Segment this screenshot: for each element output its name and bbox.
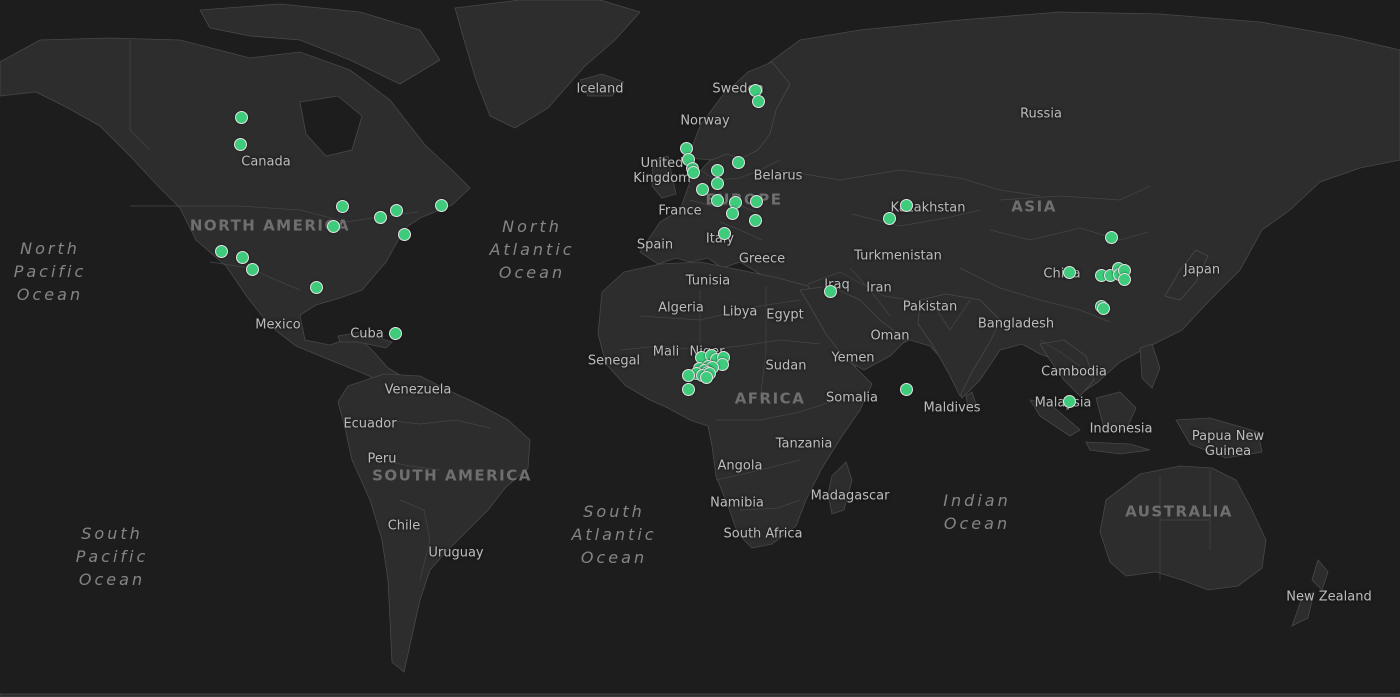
landmass-philippines <box>1139 343 1161 389</box>
landmass-new-zealand <box>1311 559 1329 591</box>
place-label-papua-new-guinea: Papua New Guinea <box>1191 429 1265 459</box>
continent-label-asia: ASIA <box>1011 197 1057 216</box>
ocean-label-south-pacific: South Pacific Ocean <box>75 524 149 590</box>
place-label-senegal: Senegal <box>587 353 641 369</box>
ocean-label-north-pacific: North Pacific Ocean <box>13 239 87 305</box>
place-label-tunisia: Tunisia <box>685 273 731 289</box>
place-label-egypt: Egypt <box>766 307 804 323</box>
place-label-angola: Angola <box>717 458 763 474</box>
place-label-somalia: Somalia <box>825 390 879 406</box>
location-marker[interactable] <box>681 383 695 397</box>
ocean-label-indian: Indian Ocean <box>943 490 1011 533</box>
place-label-venezuela: Venezuela <box>384 382 452 398</box>
place-label-pakistan: Pakistan <box>902 299 958 315</box>
place-label-iceland: Iceland <box>576 81 624 97</box>
world-map[interactable]: North Pacific Ocean North Atlantic Ocean… <box>0 0 1400 697</box>
location-marker[interactable] <box>326 219 340 233</box>
location-marker[interactable] <box>681 368 695 382</box>
place-label-ecuador: Ecuador <box>343 416 397 432</box>
location-marker[interactable] <box>899 382 913 396</box>
place-label-france: France <box>658 203 702 219</box>
location-marker[interactable] <box>823 284 837 298</box>
place-label-south-africa: South Africa <box>723 526 803 542</box>
ocean-label-south-atlantic: South Atlantic Ocean <box>571 502 657 568</box>
place-label-bangladesh: Bangladesh <box>977 316 1055 332</box>
location-marker[interactable] <box>731 156 745 170</box>
continent-label-australia: AUSTRALIA <box>1125 502 1233 521</box>
location-marker[interactable] <box>1062 394 1076 408</box>
location-marker[interactable] <box>235 110 249 124</box>
place-label-oman: Oman <box>870 328 910 344</box>
place-label-russia: Russia <box>1020 106 1062 122</box>
location-marker[interactable] <box>752 95 765 108</box>
place-label-sudan: Sudan <box>765 358 807 374</box>
place-label-norway: Norway <box>680 113 730 129</box>
place-label-mali: Mali <box>652 344 680 360</box>
place-label-cambodia: Cambodia <box>1041 364 1107 380</box>
location-marker[interactable] <box>750 194 764 208</box>
location-marker[interactable] <box>1104 230 1118 244</box>
place-label-turkmenistan: Turkmenistan <box>854 248 942 264</box>
place-label-indonesia: Indonesia <box>1089 421 1153 437</box>
place-label-uruguay: Uruguay <box>428 545 484 561</box>
place-label-spain: Spain <box>636 237 674 253</box>
location-marker[interactable] <box>214 244 228 258</box>
place-label-chile: Chile <box>387 518 421 534</box>
location-marker[interactable] <box>699 370 713 384</box>
landmass-greenland <box>454 0 641 129</box>
location-marker[interactable] <box>235 251 249 265</box>
location-marker[interactable] <box>726 206 739 220</box>
place-label-maldives: Maldives <box>923 400 981 416</box>
place-label-cuba: Cuba <box>350 326 384 342</box>
location-marker[interactable] <box>310 280 324 294</box>
place-label-japan: Japan <box>1183 262 1221 278</box>
location-marker[interactable] <box>389 203 403 217</box>
ocean-label-north-atlantic: North Atlantic Ocean <box>489 217 575 283</box>
place-label-yemen: Yemen <box>831 350 875 366</box>
place-label-iran: Iran <box>866 280 892 296</box>
place-label-canada: Canada <box>241 154 291 170</box>
location-marker[interactable] <box>335 199 349 213</box>
place-label-mexico: Mexico <box>255 317 301 333</box>
place-label-algeria: Algeria <box>658 300 704 316</box>
place-label-new-zealand: New Zealand <box>1286 589 1372 605</box>
place-label-madagascar: Madagascar <box>810 488 890 504</box>
place-label-namibia: Namibia <box>710 495 764 511</box>
location-marker[interactable] <box>710 193 724 207</box>
place-label-belarus: Belarus <box>753 168 803 184</box>
place-label-greece: Greece <box>738 251 786 267</box>
location-marker[interactable] <box>245 262 259 276</box>
place-label-tanzania: Tanzania <box>775 436 833 452</box>
place-label-libya: Libya <box>722 304 758 320</box>
continent-label-south-america: SOUTH AMERICA <box>372 466 532 485</box>
landmass-java <box>1085 441 1151 455</box>
location-marker[interactable] <box>1063 265 1077 279</box>
continent-label-africa: AFRICA <box>734 389 806 408</box>
landmass-australia <box>1099 465 1267 591</box>
location-marker[interactable] <box>1097 301 1111 315</box>
place-label-peru: Peru <box>367 451 397 467</box>
location-marker[interactable] <box>749 213 763 227</box>
